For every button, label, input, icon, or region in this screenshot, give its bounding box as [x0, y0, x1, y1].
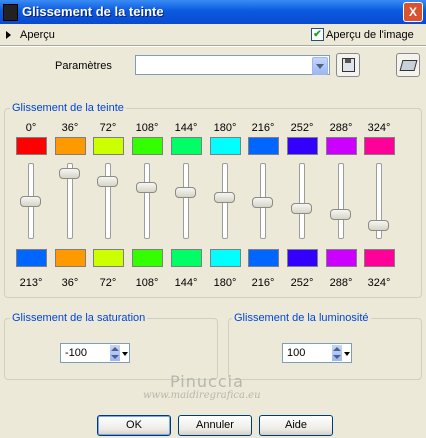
preset-options-button[interactable]: [396, 53, 420, 77]
hue-source-swatch: [287, 137, 318, 155]
hue-bottom-label: 36°: [61, 277, 79, 289]
window-title: Glissement de la teinte: [22, 4, 164, 19]
hue-target-swatch: [16, 249, 47, 267]
hue-slider-thumb[interactable]: [136, 182, 157, 193]
hue-bottom-label: 213°: [19, 277, 43, 289]
hue-slider-thumb[interactable]: [97, 176, 118, 187]
hue-bottom-label: 288°: [329, 277, 353, 289]
hue-target-swatch: [248, 249, 279, 267]
app-icon: [3, 4, 18, 21]
chevron-down-icon[interactable]: [312, 57, 328, 75]
floppy-disk-icon: [342, 58, 355, 72]
hue-slider-thumb[interactable]: [175, 187, 196, 198]
preview-checkbox[interactable]: ✔: [311, 28, 324, 41]
luminosity-value[interactable]: 100: [287, 347, 305, 359]
hue-top-label: 216°: [251, 122, 275, 134]
annuler-button[interactable]: Annuler: [178, 415, 252, 436]
expand-arrow-icon[interactable]: [6, 31, 11, 39]
watermark-name: Pinuccia: [170, 372, 244, 391]
hue-source-swatch: [210, 137, 241, 155]
hue-bottom-label: 252°: [290, 277, 314, 289]
hue-source-swatch: [248, 137, 279, 155]
preset-icon: [399, 60, 418, 71]
saturation-group-title: Glissement de la saturation: [10, 312, 148, 324]
hue-top-label: 144°: [174, 122, 198, 134]
hue-slider-thumb[interactable]: [214, 192, 235, 203]
hue-top-label: 36°: [61, 122, 79, 134]
saturation-spinbox[interactable]: -100: [60, 343, 130, 363]
luminosity-spinbox[interactable]: 100: [282, 343, 352, 363]
hue-slider-track[interactable]: [299, 163, 305, 239]
hue-source-swatch: [16, 137, 47, 155]
hue-target-swatch: [364, 249, 395, 267]
hue-slider-thumb[interactable]: [252, 197, 273, 208]
saturation-value[interactable]: -100: [65, 347, 87, 359]
hue-slider-thumb[interactable]: [291, 203, 312, 214]
hue-source-swatch: [132, 137, 163, 155]
hue-target-swatch: [326, 249, 357, 267]
hue-target-swatch: [93, 249, 124, 267]
watermark-url: www.maidiregrafica.eu: [143, 390, 261, 401]
hue-target-swatch: [210, 249, 241, 267]
hue-top-label: 324°: [367, 122, 391, 134]
ok-button[interactable]: OK: [97, 415, 171, 436]
hue-target-swatch: [55, 249, 86, 267]
hue-top-label: 180°: [213, 122, 237, 134]
aide-button[interactable]: Aide: [259, 415, 333, 436]
hue-top-label: 252°: [290, 122, 314, 134]
hue-source-swatch: [171, 137, 202, 155]
close-button[interactable]: X: [403, 2, 423, 22]
parametres-dropdown[interactable]: [135, 55, 330, 75]
dropdown-arrow-icon[interactable]: [121, 345, 129, 361]
hue-bottom-label: 180°: [213, 277, 237, 289]
preview-checkbox-label[interactable]: Aperçu de l'image: [326, 29, 414, 41]
hue-slider-thumb[interactable]: [330, 209, 351, 220]
parametres-label: Paramètres: [55, 60, 112, 72]
hue-top-label: 288°: [329, 122, 353, 134]
spin-arrows-icon[interactable]: [332, 345, 342, 361]
hue-target-swatch: [132, 249, 163, 267]
save-preset-button[interactable]: [336, 53, 360, 77]
hue-target-swatch: [171, 249, 202, 267]
hue-bottom-label: 216°: [251, 277, 275, 289]
spin-arrows-icon[interactable]: [110, 345, 120, 361]
hue-slider-thumb[interactable]: [59, 168, 80, 179]
hue-bottom-label: 324°: [367, 277, 391, 289]
hue-top-label: 0°: [25, 122, 37, 134]
divider: [0, 45, 426, 47]
hue-slider-track[interactable]: [105, 163, 111, 239]
hue-slider-track[interactable]: [183, 163, 189, 239]
hue-source-swatch: [93, 137, 124, 155]
hue-slider-thumb[interactable]: [368, 220, 389, 231]
hue-source-swatch: [326, 137, 357, 155]
dropdown-arrow-icon[interactable]: [343, 345, 351, 361]
hue-bottom-label: 144°: [174, 277, 198, 289]
luminosity-group-title: Glissement de la luminosité: [232, 312, 371, 324]
title-bar: Glissement de la teinte X: [0, 0, 426, 24]
hue-top-label: 108°: [135, 122, 159, 134]
hue-slider-thumb[interactable]: [20, 196, 41, 207]
apercu-label[interactable]: Aperçu: [20, 29, 55, 41]
hue-bottom-label: 72°: [99, 277, 117, 289]
hue-target-swatch: [287, 249, 318, 267]
hue-group-title: Glissement de la teinte: [10, 102, 126, 114]
hue-top-label: 72°: [99, 122, 117, 134]
hue-source-swatch: [55, 137, 86, 155]
hue-slider-track[interactable]: [338, 163, 344, 239]
hue-bottom-label: 108°: [135, 277, 159, 289]
hue-slider-track[interactable]: [144, 163, 150, 239]
hue-source-swatch: [364, 137, 395, 155]
